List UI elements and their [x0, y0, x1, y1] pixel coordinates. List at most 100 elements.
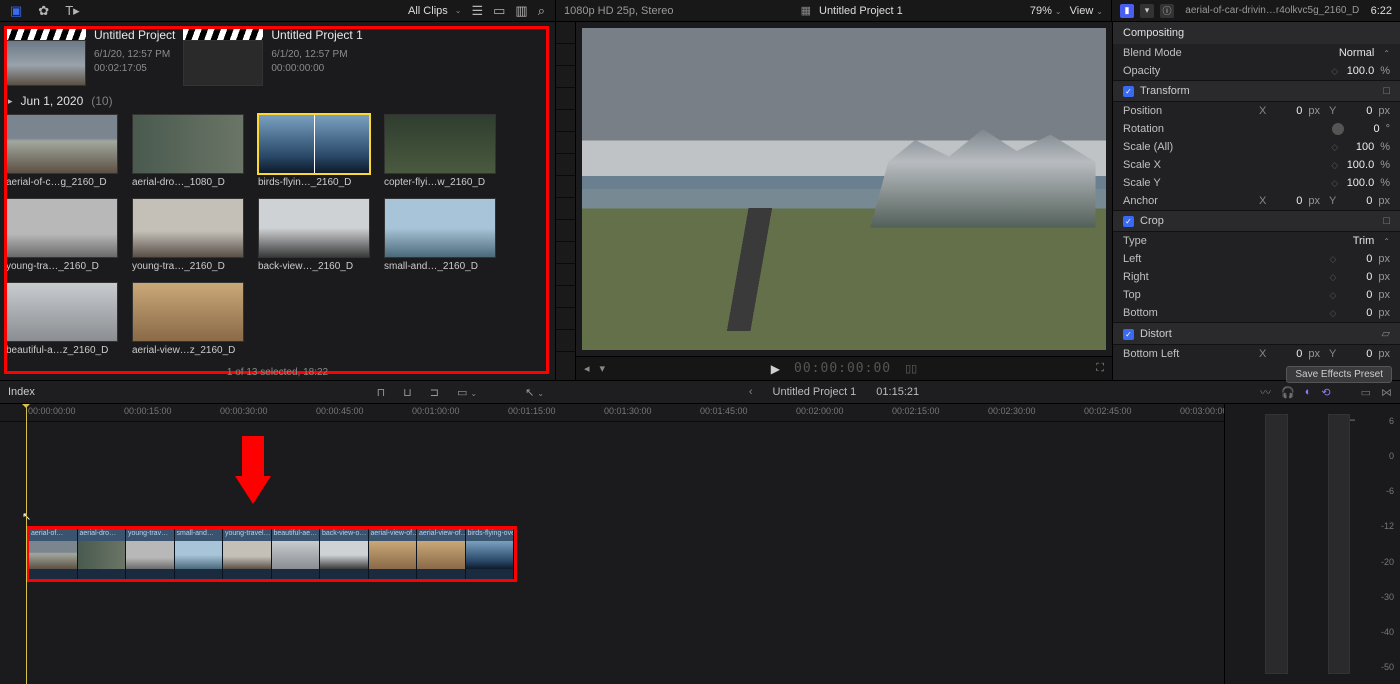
- search-icon[interactable]: ⌕: [538, 3, 545, 19]
- clip-thumbnail: [6, 114, 118, 174]
- transitions-browser-icon[interactable]: ⋈: [1381, 386, 1392, 399]
- anchor-y[interactable]: 0: [1342, 195, 1372, 207]
- position-y[interactable]: 0: [1342, 105, 1372, 117]
- audio-skim-icon[interactable]: 🎧: [1281, 386, 1295, 399]
- clip-item[interactable]: aerial-of-c…g_2160_D: [6, 114, 118, 188]
- timeline-clip[interactable]: aerial-view-of…: [369, 529, 418, 579]
- scale-all-value[interactable]: 100: [1344, 141, 1374, 153]
- keyframe-icon[interactable]: ◇: [1329, 308, 1336, 319]
- timeline-history-back-icon[interactable]: ‹: [749, 386, 753, 398]
- select-tool-icon[interactable]: ↖⌄: [521, 386, 548, 399]
- append-tool-icon[interactable]: ⊐: [426, 386, 443, 399]
- bottom-left-x[interactable]: 0: [1272, 348, 1302, 360]
- timeline-clip[interactable]: aerial-of…: [29, 529, 78, 579]
- clip-appearance-icon[interactable]: ▥: [515, 3, 527, 19]
- clip-item[interactable]: copter-flyi…w_2160_D: [384, 114, 496, 188]
- crop-left-value[interactable]: 0: [1342, 253, 1372, 265]
- viewer-timecode[interactable]: 00:00:00:00: [794, 361, 891, 376]
- timeline-clips-highlight[interactable]: aerial-of… aerial-dro… young-trav… small…: [26, 526, 517, 582]
- library-icon[interactable]: ▣: [10, 3, 22, 19]
- insert-tool-icon[interactable]: ⊔: [399, 386, 416, 399]
- save-effects-preset-button[interactable]: Save Effects Preset: [1286, 366, 1392, 383]
- clip-item[interactable]: aerial-dro…_1080_D: [132, 114, 244, 188]
- timeline-clip[interactable]: birds-flying-ove…: [466, 529, 515, 579]
- playhead[interactable]: [26, 404, 27, 684]
- keyframe-icon[interactable]: ◇: [1331, 178, 1338, 189]
- crop-right-value[interactable]: 0: [1342, 271, 1372, 283]
- clip-item[interactable]: young-tra…_2160_D: [132, 198, 244, 272]
- photos-icon[interactable]: ✿: [38, 3, 49, 19]
- distort-reset-icon[interactable]: ▱: [1382, 327, 1390, 340]
- distort-checkbox[interactable]: ✓: [1123, 329, 1134, 340]
- timeline[interactable]: 00:00:00:0000:00:15:0000:00:30:0000:00:4…: [0, 404, 1224, 684]
- inspector-panel: Compositing Blend Mode Normal⌃ Opacity ◇…: [1112, 22, 1400, 380]
- rotation-value[interactable]: 0: [1350, 123, 1380, 135]
- opacity-value[interactable]: 100.0: [1344, 65, 1374, 77]
- keyframe-icon[interactable]: ◇: [1331, 160, 1338, 171]
- keyframe-icon[interactable]: ◇: [1329, 272, 1336, 283]
- clip-item[interactable]: small-and…_2160_D: [384, 198, 496, 272]
- scale-x-value[interactable]: 100.0: [1344, 159, 1374, 171]
- transform-reset-icon[interactable]: □: [1383, 85, 1390, 97]
- titles-icon[interactable]: T▸: [65, 3, 79, 19]
- clip-browser[interactable]: Untitled Project 6/1/20, 12:57 PM 00:02:…: [0, 22, 556, 380]
- keyframe-icon[interactable]: ◇: [1331, 66, 1338, 77]
- timeline-clip[interactable]: small-and…: [175, 529, 224, 579]
- filmstrip-view-icon[interactable]: ▭: [493, 3, 505, 19]
- transform-checkbox[interactable]: ✓: [1123, 86, 1134, 97]
- crop-top-value[interactable]: 0: [1342, 289, 1372, 301]
- skimming-icon[interactable]: 〰: [1260, 384, 1271, 400]
- crop-bottom-value[interactable]: 0: [1342, 307, 1372, 319]
- keyframe-icon[interactable]: ◇: [1329, 254, 1336, 265]
- keyframe-icon[interactable]: ◇: [1331, 142, 1338, 153]
- position-x[interactable]: 0: [1272, 105, 1302, 117]
- scale-y-value[interactable]: 100.0: [1344, 177, 1374, 189]
- loop-icon[interactable]: ▯▯: [905, 362, 917, 375]
- blend-mode-label: Blend Mode: [1123, 47, 1182, 59]
- bottom-left-y[interactable]: 0: [1342, 348, 1372, 360]
- match-frame-icon[interactable]: ▾: [600, 362, 606, 375]
- timeline-ruler[interactable]: 00:00:00:0000:00:15:0000:00:30:0000:00:4…: [0, 404, 1224, 422]
- info-inspector-icon[interactable]: ⓘ: [1160, 4, 1174, 18]
- list-view-icon[interactable]: ☰: [471, 3, 483, 19]
- zoom-level[interactable]: 79%⌄: [1030, 5, 1062, 17]
- index-button[interactable]: Index: [8, 386, 35, 398]
- video-inspector-icon[interactable]: ▮: [1120, 4, 1134, 18]
- timeline-clip[interactable]: young-trav…: [126, 529, 175, 579]
- solo-icon[interactable]: ◐: [1305, 386, 1312, 398]
- clip-item[interactable]: beautiful-a…z_2160_D: [6, 282, 118, 356]
- disclosure-triangle-icon[interactable]: ▸: [8, 96, 13, 107]
- blend-mode-select[interactable]: Normal⌃: [1339, 47, 1390, 59]
- project-card[interactable]: Untitled Project 6/1/20, 12:57 PM 00:02:…: [6, 28, 175, 86]
- clip-item[interactable]: back-view…_2160_D: [258, 198, 370, 272]
- viewer-canvas[interactable]: [582, 28, 1106, 350]
- overwrite-tool-icon[interactable]: ▭⌄: [453, 386, 481, 399]
- timeline-clip[interactable]: young-travel…: [223, 529, 272, 579]
- fullscreen-icon[interactable]: ⛶: [1096, 362, 1104, 375]
- prev-edit-icon[interactable]: ◂: [584, 362, 590, 375]
- play-button[interactable]: ▶: [771, 362, 780, 376]
- clip-item[interactable]: aerial-view…z_2160_D: [132, 282, 244, 356]
- color-inspector-icon[interactable]: ▾: [1140, 4, 1154, 18]
- effects-browser-icon[interactable]: ▭: [1361, 386, 1371, 399]
- clip-thumbnail: [132, 114, 244, 174]
- rotation-dial-icon[interactable]: [1332, 123, 1344, 135]
- timeline-clip[interactable]: aerial-view-of…: [417, 529, 466, 579]
- crop-type-select[interactable]: Trim⌃: [1353, 235, 1390, 247]
- timeline-clip[interactable]: beautiful-ae…: [272, 529, 321, 579]
- project-card[interactable]: Untitled Project 1 6/1/20, 12:57 PM 00:0…: [183, 28, 362, 86]
- timeline-clip[interactable]: back-view-o…: [320, 529, 369, 579]
- clip-item[interactable]: young-tra…_2160_D: [6, 198, 118, 272]
- connect-tool-icon[interactable]: ⊓: [373, 386, 390, 399]
- crop-checkbox[interactable]: ✓: [1123, 216, 1134, 227]
- keyframe-icon[interactable]: ◇: [1329, 290, 1336, 301]
- snapping-icon[interactable]: ⟲: [1321, 386, 1330, 399]
- timeline-clip[interactable]: aerial-dro…: [78, 529, 127, 579]
- crop-reset-icon[interactable]: □: [1383, 215, 1390, 227]
- inspector-clip-name: aerial-of-car-drivin…r4olkvc5g_2160_D: [1174, 5, 1371, 16]
- clip-item[interactable]: birds-flyin…_2160_D: [258, 114, 370, 188]
- clip-filter[interactable]: All Clips⌄: [408, 5, 461, 17]
- anchor-x[interactable]: 0: [1272, 195, 1302, 207]
- angle-icon[interactable]: ▦: [801, 4, 811, 17]
- view-menu[interactable]: View⌄: [1070, 5, 1103, 17]
